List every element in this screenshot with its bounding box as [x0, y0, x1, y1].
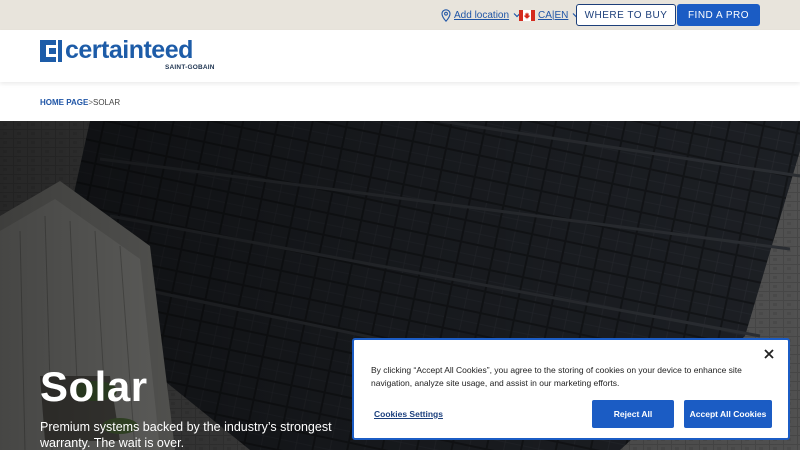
add-location-label: Add location — [454, 9, 510, 21]
hero-subtitle: Premium systems backed by the industry’s… — [40, 420, 332, 450]
utility-bar: Add location CA|EN WHERE TO BUY FIND A P… — [0, 0, 800, 30]
cookies-settings-link[interactable]: Cookies Settings — [374, 409, 443, 419]
site-header: certainteed SAINT-GOBAIN — [0, 30, 800, 82]
cookie-consent-banner: By clicking “Accept All Cookies”, you ag… — [352, 338, 790, 440]
location-pin-icon — [441, 8, 451, 22]
logo-mark-icon — [40, 40, 62, 62]
certainteed-logo[interactable]: certainteed SAINT-GOBAIN — [40, 36, 220, 74]
close-icon[interactable] — [762, 347, 776, 361]
breadcrumb-current: SOLAR — [92, 97, 121, 107]
canada-flag-icon — [519, 9, 535, 21]
logo-subtitle: SAINT-GOBAIN — [165, 64, 215, 71]
logo-wordmark: certainteed — [65, 36, 193, 64]
where-to-buy-button[interactable]: WHERE TO BUY — [576, 4, 676, 26]
add-location-link[interactable]: Add location — [441, 8, 521, 22]
breadcrumb: HOME PAGE > SOLAR — [40, 96, 120, 108]
language-selector[interactable]: CA|EN — [519, 8, 580, 22]
find-a-pro-button[interactable]: FIND A PRO — [677, 4, 760, 26]
hero-title: Solar — [40, 363, 148, 410]
language-label: CA|EN — [538, 9, 569, 21]
cookie-message: By clicking “Accept All Cookies”, you ag… — [371, 365, 742, 388]
breadcrumb-home-link[interactable]: HOME PAGE — [40, 98, 88, 107]
accept-all-cookies-button[interactable]: Accept All Cookies — [684, 400, 772, 428]
reject-all-button[interactable]: Reject All — [592, 400, 674, 428]
